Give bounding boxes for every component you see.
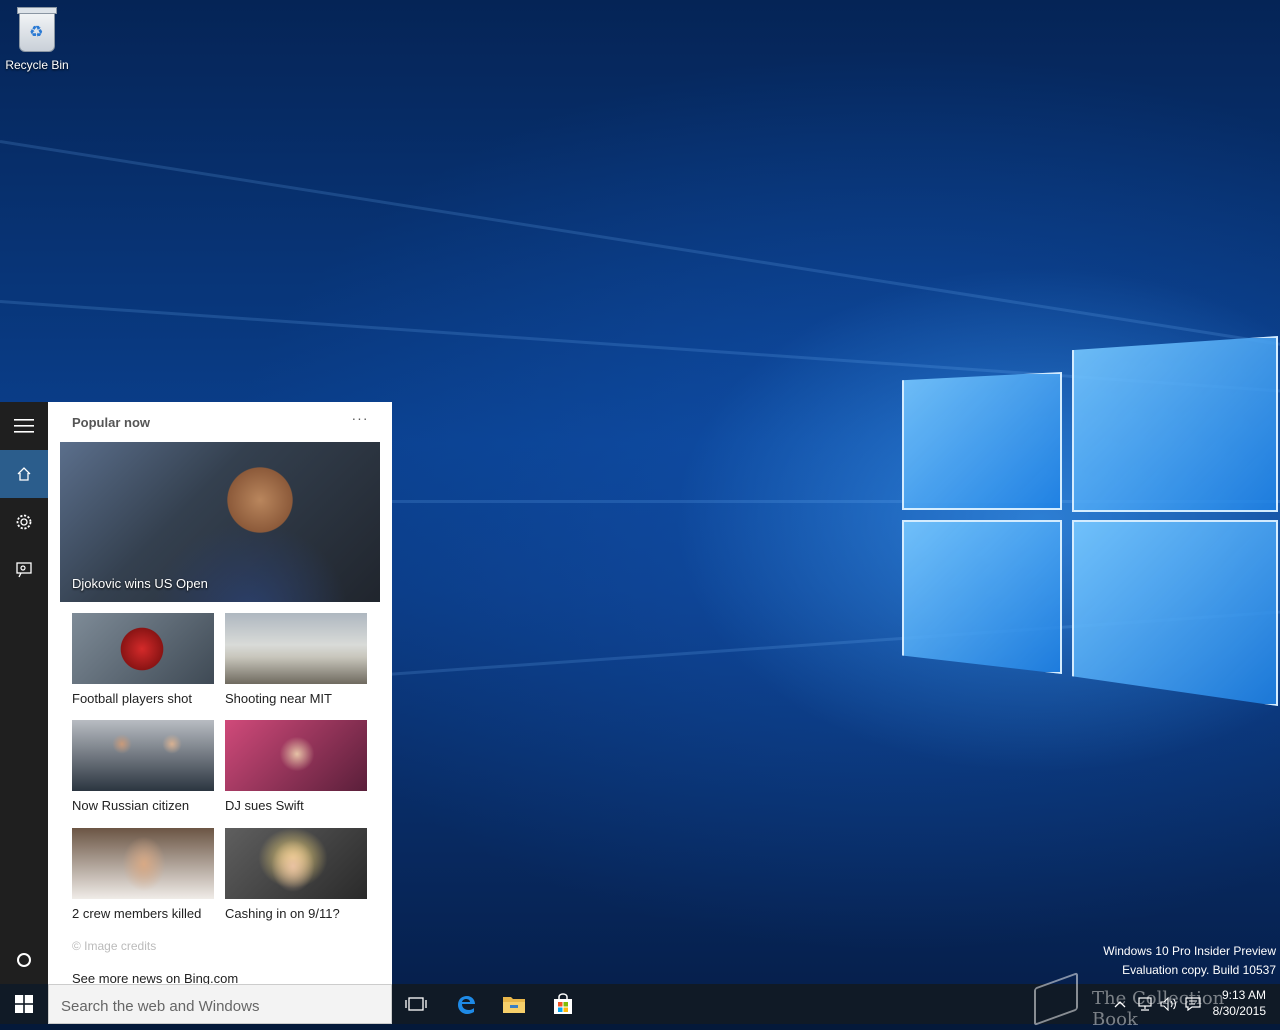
desktop-icon-label: Recycle Bin [5, 58, 69, 72]
panel-title: Popular now [72, 415, 150, 430]
desktop-icon-recycle-bin[interactable]: ♻ Recycle Bin [4, 6, 70, 72]
news-caption: 2 crew members killed [72, 906, 202, 921]
recycle-bin-icon: ♻ [17, 7, 57, 52]
news-thumbnail [225, 828, 367, 899]
windows-logo-pane [902, 520, 1062, 674]
more-options-button[interactable]: ··· [346, 410, 374, 430]
cortana-icon [17, 953, 31, 967]
file-explorer-icon [503, 997, 525, 1013]
edge-button[interactable] [442, 984, 490, 1024]
home-icon [17, 467, 31, 481]
store-icon [554, 993, 572, 1014]
news-tile[interactable]: DJ sues Swift [225, 720, 367, 813]
windows-logo-pane [1072, 336, 1278, 512]
news-tile[interactable]: Cashing in on 9/11? [225, 828, 367, 921]
cortana-panel: Popular now ··· Djokovic wins US Open Fo… [48, 402, 392, 984]
windows-logo-icon [15, 995, 33, 1013]
brand-watermark: The Collection Book [1030, 971, 1270, 1030]
news-tile[interactable]: Shooting near MIT [225, 613, 367, 706]
news-caption: Cashing in on 9/11? [225, 906, 340, 921]
feedback-icon [16, 562, 32, 578]
news-tile[interactable]: Football players shot [72, 613, 214, 706]
news-thumbnail [72, 828, 214, 899]
edge-icon [458, 996, 475, 1014]
cortana-circle-button[interactable] [0, 936, 48, 984]
hamburger-menu-button[interactable] [0, 402, 48, 450]
hero-news-card[interactable]: Djokovic wins US Open [60, 442, 380, 602]
feedback-button[interactable] [0, 546, 48, 594]
start-button[interactable] [0, 984, 48, 1024]
search-input[interactable] [59, 994, 383, 1018]
news-thumbnail [72, 613, 214, 684]
light-beam [0, 140, 1280, 362]
search-box[interactable] [48, 984, 392, 1024]
settings-button[interactable] [0, 498, 48, 546]
image-credits-link[interactable]: © Image credits [72, 939, 156, 953]
news-caption: Now Russian citizen [72, 798, 190, 813]
book-icon [1034, 971, 1078, 1027]
menu-icon [14, 419, 34, 433]
news-caption: Football players shot [72, 691, 192, 706]
windows-logo-pane [902, 372, 1062, 510]
file-explorer-button[interactable] [490, 984, 538, 1024]
see-more-news-link[interactable]: See more news on Bing.com [72, 971, 238, 984]
cortana-rail [0, 402, 48, 984]
news-tile[interactable]: 2 crew members killed [72, 828, 214, 921]
news-caption: DJ sues Swift [225, 798, 304, 813]
task-view-button[interactable] [392, 984, 440, 1024]
gear-icon [16, 514, 32, 530]
news-thumbnail [72, 720, 214, 791]
home-button[interactable] [0, 450, 48, 498]
news-caption: Shooting near MIT [225, 691, 332, 706]
news-tile[interactable]: Now Russian citizen [72, 720, 214, 813]
news-thumbnail [225, 613, 367, 684]
news-thumbnail [225, 720, 367, 791]
hero-caption: Djokovic wins US Open [72, 576, 208, 591]
watermark-line-1: Windows 10 Pro Insider Preview [1103, 944, 1276, 958]
store-button[interactable] [539, 984, 587, 1024]
windows-logo-pane [1072, 520, 1278, 706]
build-watermark: Windows 10 Pro Insider Preview Evaluatio… [1103, 942, 1276, 980]
task-view-icon [405, 997, 427, 1011]
